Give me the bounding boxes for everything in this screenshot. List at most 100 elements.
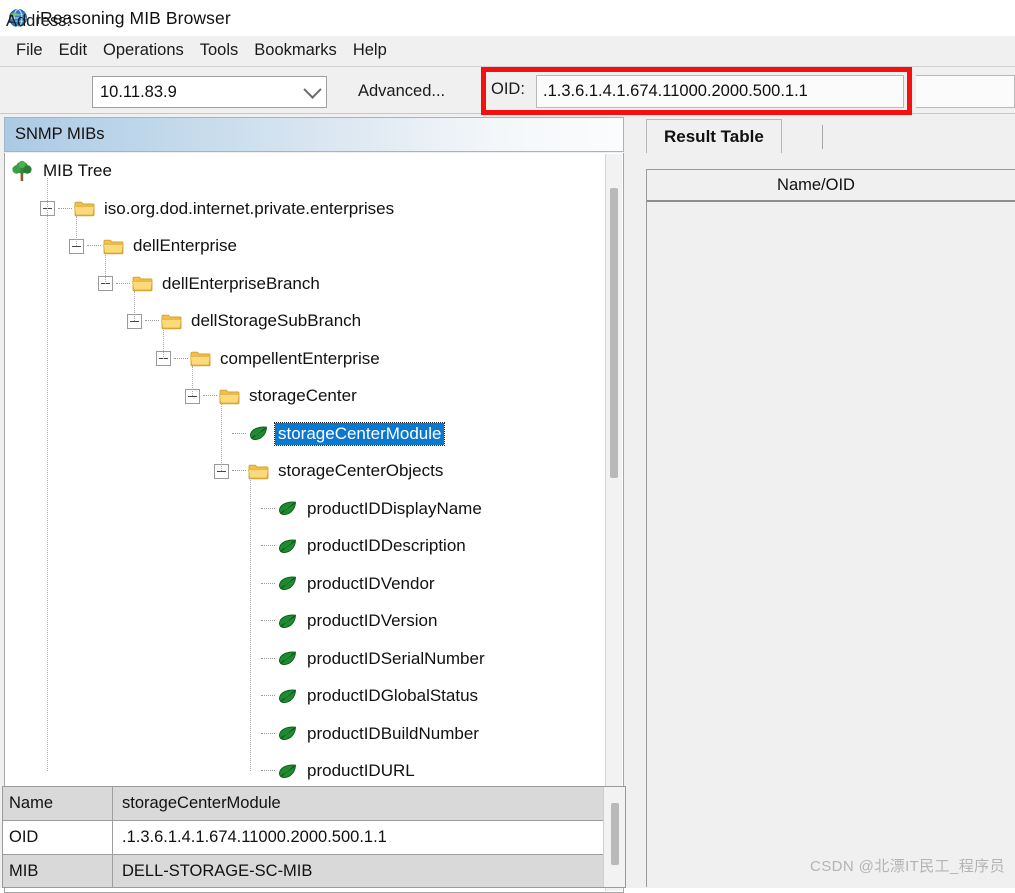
oid-input[interactable]: .1.3.6.1.4.1.674.11000.2000.500.1.1 xyxy=(537,82,808,101)
mib-tree-scrollbar-thumb[interactable] xyxy=(610,188,618,478)
mib-tree-node[interactable]: productIDGlobalStatus xyxy=(243,681,481,711)
detail-key: MIB xyxy=(3,855,113,887)
result-table-body[interactable] xyxy=(647,202,1015,887)
leaf-icon xyxy=(277,688,298,705)
tree-connector xyxy=(58,207,72,210)
mib-tree[interactable]: MIB Tree iso.org.dod.internet.private.ent… xyxy=(5,153,605,892)
tree-guide-line xyxy=(47,178,48,771)
leaf-icon xyxy=(277,725,298,742)
address-input[interactable]: 10.11.83.9 xyxy=(93,83,298,102)
detail-key: Name xyxy=(3,787,113,820)
folder-icon xyxy=(74,200,95,217)
detail-row[interactable]: OID .1.3.6.1.4.1.674.11000.2000.500.1.1 xyxy=(3,821,603,855)
tree-connector xyxy=(232,432,246,435)
node-detail-table: Name storageCenterModule OID .1.3.6.1.4.1.6… xyxy=(2,786,626,888)
mib-tree-node-label: productIDURL xyxy=(307,761,415,780)
folder-icon xyxy=(103,238,124,255)
folder-icon xyxy=(161,313,182,330)
tree-connector xyxy=(261,545,275,547)
mib-tree-node-label: productIDVersion xyxy=(307,611,438,630)
result-table-header: Name/OID xyxy=(647,170,1015,202)
address-label: Address: xyxy=(6,12,72,30)
mib-tree-node[interactable]: storageCenterObjects xyxy=(214,456,446,486)
node-detail-scrollbar-thumb[interactable] xyxy=(611,803,619,865)
tree-icon xyxy=(11,160,33,182)
mib-tree-node[interactable]: productIDDisplayName xyxy=(243,494,485,524)
leaf-icon xyxy=(277,575,298,592)
mib-tree-node[interactable]: productIDVersion xyxy=(243,606,440,636)
detail-row[interactable]: MIB DELL-STORAGE-SC-MIB xyxy=(3,855,603,887)
tree-connector xyxy=(261,657,275,660)
oid-field-overflow xyxy=(916,75,1015,108)
detail-value: .1.3.6.1.4.1.674.11000.2000.500.1.1 xyxy=(122,828,387,846)
oid-label: OID: xyxy=(491,80,525,98)
mib-tree-node-label: iso.org.dod.internet.private.enterprises xyxy=(104,198,395,218)
tree-connector xyxy=(261,507,275,510)
folder-icon xyxy=(219,388,240,405)
mib-tree-node[interactable]: productIDVendor xyxy=(243,569,438,599)
tree-connector xyxy=(145,320,159,322)
tab-snmp-mibs-label: SNMP MIBs xyxy=(15,125,105,143)
mib-tree-node-label: productIDDescription xyxy=(307,536,466,555)
oid-field[interactable]: .1.3.6.1.4.1.674.11000.2000.500.1.1 xyxy=(536,75,904,108)
leaf-icon xyxy=(248,425,269,442)
folder-icon xyxy=(190,350,211,367)
mib-tree-node[interactable]: compellentEnterprise xyxy=(156,344,383,374)
menu-item-file[interactable]: File xyxy=(8,40,51,62)
mib-tree-node-label: dellEnterpriseBranch xyxy=(162,273,320,293)
detail-key: OID xyxy=(3,821,113,854)
menu-item-help[interactable]: Help xyxy=(345,40,395,62)
address-combo[interactable]: 10.11.83.9 xyxy=(92,76,327,108)
advanced-button[interactable]: Advanced... xyxy=(345,75,459,108)
folder-icon xyxy=(132,275,153,292)
leaf-icon xyxy=(277,763,298,780)
tab-snmp-mibs[interactable]: SNMP MIBs xyxy=(4,117,624,152)
mib-tree-node[interactable]: productIDSerialNumber xyxy=(243,644,488,674)
tree-connector xyxy=(87,245,101,247)
column-header-name-oid[interactable]: Name/OID xyxy=(777,176,885,195)
tree-guide-line xyxy=(192,365,193,396)
mib-tree-node-label: storageCenter xyxy=(249,386,357,405)
tree-connector xyxy=(232,470,246,472)
mib-tree-node[interactable]: iso.org.dod.internet.private.enterprises xyxy=(40,194,397,224)
tree-connector xyxy=(261,620,275,622)
mib-tree-node-label: storageCenterModule xyxy=(273,421,446,446)
folder-icon xyxy=(248,463,269,480)
title-bar: iReasoning MIB Browser xyxy=(0,0,1015,36)
mib-tree-node[interactable]: productIDBuildNumber xyxy=(243,719,482,749)
menu-item-bookmarks[interactable]: Bookmarks xyxy=(246,40,345,62)
leaf-icon xyxy=(277,538,298,555)
menu-item-operations[interactable]: Operations xyxy=(95,40,192,62)
mib-tree-node-label: productIDVendor xyxy=(307,573,435,593)
detail-row[interactable]: Name storageCenterModule xyxy=(3,787,603,821)
tree-connector xyxy=(203,395,217,397)
menu-item-edit[interactable]: Edit xyxy=(51,40,95,62)
tab-result-table[interactable]: Result Table xyxy=(646,119,782,153)
detail-value: storageCenterModule xyxy=(122,794,281,812)
mib-tree-node[interactable]: productIDDescription xyxy=(243,531,469,561)
tree-guide-line xyxy=(250,478,251,771)
mib-tree-node[interactable]: dellEnterpriseBranch xyxy=(98,269,323,299)
tree-guide-line xyxy=(134,290,135,321)
menu-item-tools[interactable]: Tools xyxy=(192,40,247,62)
chevron-down-icon[interactable] xyxy=(298,77,326,107)
result-table: Name/OID xyxy=(646,169,1015,887)
tree-guide-line xyxy=(163,328,164,359)
mib-tree-node-label: productIDGlobalStatus xyxy=(307,686,479,705)
mib-tree-node-label: dellEnterprise xyxy=(133,236,237,255)
mib-tree-node[interactable]: dellEnterprise xyxy=(69,231,240,261)
left-panel: SNMP MIBs MIB Tree iso.org.dod.internet.p… xyxy=(0,115,628,893)
mib-tree-node-label: productIDDisplayName xyxy=(307,498,482,518)
mib-tree-scrollbar[interactable] xyxy=(605,154,622,891)
mib-tree-node[interactable]: storageCenterModule xyxy=(214,419,446,449)
mib-tree-node-label: dellStorageSubBranch xyxy=(191,311,362,330)
mib-tree-node-label: compellentEnterprise xyxy=(220,348,380,368)
right-panel: Result Table Name/OID xyxy=(636,115,1015,888)
mib-tree-node[interactable]: storageCenter xyxy=(185,381,360,411)
node-detail-scrollbar[interactable] xyxy=(603,787,625,887)
mib-tree-node[interactable]: MIB Tree xyxy=(11,156,115,186)
detail-value: DELL-STORAGE-SC-MIB xyxy=(122,862,313,880)
leaf-icon xyxy=(277,650,298,667)
tree-guide-line xyxy=(221,403,222,471)
mib-tree-node[interactable]: productIDURL xyxy=(243,756,418,786)
